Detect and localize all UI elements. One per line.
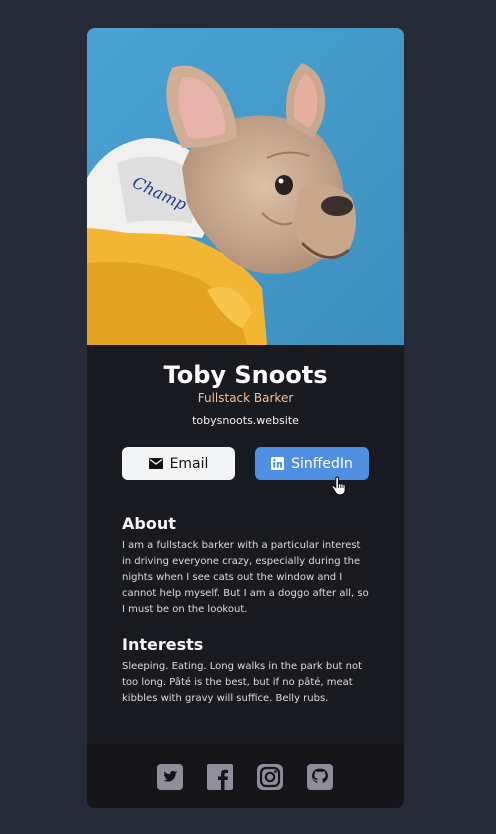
- profile-name: Toby Snoots: [163, 361, 328, 389]
- interests-heading: Interests: [122, 635, 204, 654]
- profile-role: Fullstack Barker: [197, 391, 294, 405]
- linkedin-icon: [271, 457, 285, 470]
- email-button-label: Email: [169, 455, 209, 472]
- profile-website-link[interactable]: tobysnoots.website: [87, 414, 404, 428]
- profile-photo: Champ: [87, 28, 404, 345]
- about-text: I am a fullstack barker with a particula…: [122, 540, 369, 615]
- email-button[interactable]: Email: [122, 447, 235, 480]
- linkedin-button[interactable]: SinffedIn: [255, 447, 369, 480]
- twitter-icon[interactable]: [157, 764, 183, 790]
- github-icon[interactable]: [307, 764, 333, 790]
- interests-text: Sleeping. Eating. Long walks in the park…: [122, 661, 363, 704]
- instagram-icon[interactable]: [257, 764, 283, 790]
- facebook-icon[interactable]: [207, 764, 233, 790]
- envelope-icon: [148, 458, 163, 469]
- linkedin-button-label: SinffedIn: [291, 455, 353, 472]
- about-heading: About: [122, 514, 176, 533]
- hand-pointer-cursor-icon: [331, 476, 349, 500]
- profile-card: Champ Toby Snoots Fullstack Barker tobys…: [87, 28, 404, 808]
- social-footer: [87, 744, 404, 808]
